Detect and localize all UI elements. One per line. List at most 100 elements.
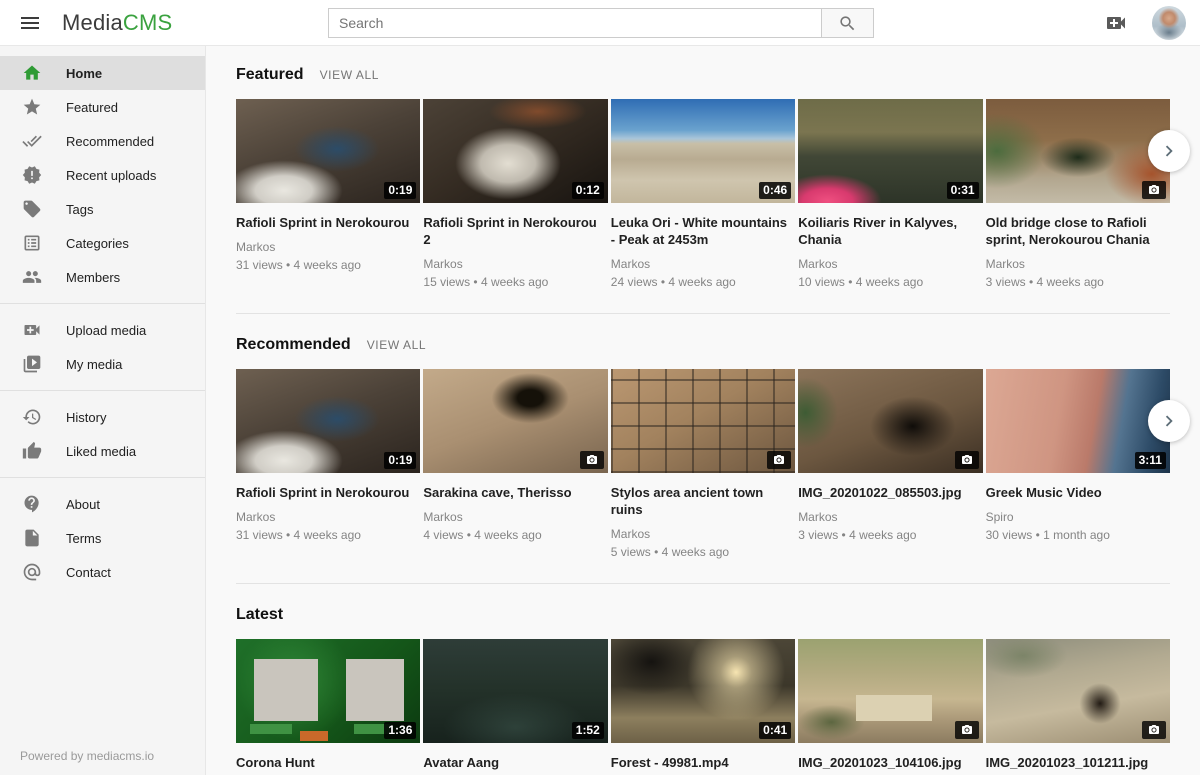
sidebar-item-categories[interactable]: Categories [0,226,205,260]
media-card[interactable]: IMG_20201022_085503.jpg Markos 3 views •… [798,369,982,559]
media-meta: 3 views • 4 weeks ago [986,275,1170,289]
sidebar-item-recommended[interactable]: Recommended [0,124,205,158]
media-title[interactable]: Sarakina cave, Therisso [423,484,607,501]
media-meta: 10 views • 4 weeks ago [798,275,982,289]
section-divider [236,313,1170,314]
camera-icon [955,451,979,469]
media-title[interactable]: Rafioli Sprint in Nerokourou 2 [423,214,607,248]
sidebar-item-featured[interactable]: Featured [0,90,205,124]
media-card[interactable]: 1:52 Avatar Aang Dickson Jr. 12 views • … [423,639,607,775]
media-title[interactable]: Old bridge close to Rafioli sprint, Nero… [986,214,1170,248]
help-icon [22,494,42,514]
media-title[interactable]: Forest - 49981.mp4 [611,754,795,771]
media-thumbnail[interactable] [986,99,1170,203]
media-card[interactable]: 0:41 Forest - 49981.mp4 test 17 views • … [611,639,795,775]
media-thumbnail[interactable] [423,369,607,473]
media-title[interactable]: IMG_20201023_104106.jpg [798,754,982,771]
media-card[interactable]: 0:12 Rafioli Sprint in Nerokourou 2 Mark… [423,99,607,289]
media-meta: 31 views • 4 weeks ago [236,528,420,542]
media-thumbnail[interactable]: 3:11 [986,369,1170,473]
media-thumbnail[interactable]: 0:12 [423,99,607,203]
sidebar-item-terms[interactable]: Terms [0,521,205,555]
media-title[interactable]: IMG_20201022_085503.jpg [798,484,982,501]
media-card[interactable]: IMG_20201023_101211.jpg Markos 4 views •… [986,639,1170,775]
media-card[interactable]: 0:31 Koiliaris River in Kalyves, Chania … [798,99,982,289]
media-thumbnail[interactable] [986,639,1170,743]
media-author[interactable]: Markos [798,257,982,271]
sidebar-item-history[interactable]: History [0,400,205,434]
media-title[interactable]: Leuka Ori - White mountains - Peak at 24… [611,214,795,248]
sidebar-item-label: About [66,497,100,512]
media-title[interactable]: Rafioli Sprint in Nerokourou [236,484,420,501]
powered-by[interactable]: Powered by mediacms.io [20,749,154,763]
duration-badge: 1:52 [572,722,604,739]
media-author[interactable]: Markos [423,257,607,271]
media-title[interactable]: Corona Hunt [236,754,420,771]
sidebar-item-tags[interactable]: Tags [0,192,205,226]
upload-video-icon[interactable] [1104,11,1128,35]
media-title[interactable]: Greek Music Video [986,484,1170,501]
search-bar [328,8,874,38]
media-card[interactable]: Old bridge close to Rafioli sprint, Nero… [986,99,1170,289]
sidebar-item-about[interactable]: About [0,487,205,521]
media-thumbnail[interactable] [798,369,982,473]
media-thumbnail[interactable]: 0:41 [611,639,795,743]
section-title: Recommended [236,336,351,354]
sidebar-item-label: Liked media [66,444,136,459]
media-author[interactable]: Markos [236,240,420,254]
video-library-icon [22,354,42,374]
media-card[interactable]: 3:11 Greek Music Video Spiro 30 views • … [986,369,1170,559]
media-thumbnail[interactable] [611,369,795,473]
media-author[interactable]: Markos [423,510,607,524]
next-button[interactable] [1148,400,1190,442]
sidebar-item-upload-media[interactable]: Upload media [0,313,205,347]
camera-icon [955,721,979,739]
search-input[interactable] [328,8,822,38]
media-card[interactable]: Stylos area ancient town ruins Markos 5 … [611,369,795,559]
sidebar-item-liked-media[interactable]: Liked media [0,434,205,468]
media-card[interactable]: IMG_20201023_104106.jpg Markos 4 views •… [798,639,982,775]
media-thumbnail[interactable]: 0:19 [236,369,420,473]
section-latest: Latest 1:36 Corona Hunt Dickson Jr. 6 vi… [236,606,1170,775]
media-author[interactable]: Spiro [986,510,1170,524]
media-title[interactable]: Avatar Aang [423,754,607,771]
media-card[interactable]: 0:46 Leuka Ori - White mountains - Peak … [611,99,795,289]
media-thumbnail[interactable]: 1:52 [423,639,607,743]
media-title[interactable]: Stylos area ancient town ruins [611,484,795,518]
media-author[interactable]: Markos [611,257,795,271]
media-thumbnail[interactable]: 0:19 [236,99,420,203]
media-author[interactable]: Markos [236,510,420,524]
media-author[interactable]: Markos [611,527,795,541]
media-meta: 15 views • 4 weeks ago [423,275,607,289]
next-button[interactable] [1148,130,1190,172]
media-card[interactable]: 0:19 Rafioli Sprint in Nerokourou Markos… [236,99,420,289]
media-title[interactable]: Koiliaris River in Kalyves, Chania [798,214,982,248]
user-avatar[interactable] [1152,6,1186,40]
media-title[interactable]: IMG_20201023_101211.jpg [986,754,1170,771]
sidebar-item-members[interactable]: Members [0,260,205,294]
media-meta: 4 views • 4 weeks ago [423,528,607,542]
menu-icon[interactable] [10,3,50,43]
brand-logo[interactable]: MediaCMS [62,10,172,36]
sidebar-item-my-media[interactable]: My media [0,347,205,381]
sidebar-divider [0,390,205,391]
search-button[interactable] [822,8,874,38]
sidebar-item-recent-uploads[interactable]: Recent uploads [0,158,205,192]
media-thumbnail[interactable]: 0:31 [798,99,982,203]
view-all-link[interactable]: VIEW ALL [320,68,380,82]
media-thumbnail[interactable] [798,639,982,743]
document-icon [22,528,42,548]
media-card[interactable]: 0:19 Rafioli Sprint in Nerokourou Markos… [236,369,420,559]
media-card[interactable]: 1:36 Corona Hunt Dickson Jr. 6 views • 4… [236,639,420,775]
media-author[interactable]: Markos [986,257,1170,271]
media-author[interactable]: Markos [798,510,982,524]
media-thumbnail[interactable]: 0:46 [611,99,795,203]
media-title[interactable]: Rafioli Sprint in Nerokourou [236,214,420,231]
sidebar-item-contact[interactable]: Contact [0,555,205,589]
sidebar-item-home[interactable]: Home [0,56,205,90]
section-title: Featured [236,66,304,84]
view-all-link[interactable]: VIEW ALL [367,338,427,352]
brand-media-text: Media [62,10,123,35]
media-card[interactable]: Sarakina cave, Therisso Markos 4 views •… [423,369,607,559]
media-thumbnail[interactable]: 1:36 [236,639,420,743]
